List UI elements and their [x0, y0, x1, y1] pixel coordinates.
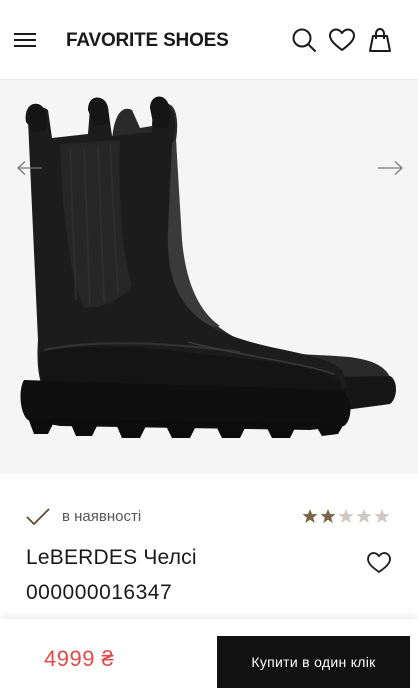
- heart-icon[interactable]: [328, 26, 356, 54]
- add-to-favorites-icon[interactable]: [366, 550, 392, 574]
- product-price: 4999 ₴: [44, 646, 115, 671]
- arrow-right-icon[interactable]: [376, 160, 404, 176]
- arrow-left-icon[interactable]: [16, 160, 44, 176]
- star-filled-icon: [302, 509, 318, 523]
- purchase-bar: 4999 ₴ Купити в один клік: [0, 619, 418, 699]
- site-logo[interactable]: FAVORITE SHOES: [66, 30, 229, 52]
- menu-icon[interactable]: [14, 30, 36, 50]
- availability-label: в наявності: [62, 508, 142, 525]
- star-empty-icon: [374, 509, 390, 523]
- site-header: FAVORITE SHOES: [0, 0, 418, 80]
- buy-one-click-button[interactable]: Купити в один клік: [217, 636, 410, 688]
- product-gallery[interactable]: [0, 80, 418, 474]
- search-icon[interactable]: [290, 26, 318, 54]
- product-name: LeBERDES Челсі: [26, 546, 197, 569]
- product-sku: 000000016347: [26, 581, 173, 604]
- shopping-bag-icon[interactable]: [366, 26, 394, 54]
- star-filled-icon: [320, 509, 336, 523]
- checkmark-icon: [26, 508, 50, 525]
- star-empty-icon: [338, 509, 354, 523]
- star-empty-icon: [356, 509, 372, 523]
- product-image: [20, 96, 396, 438]
